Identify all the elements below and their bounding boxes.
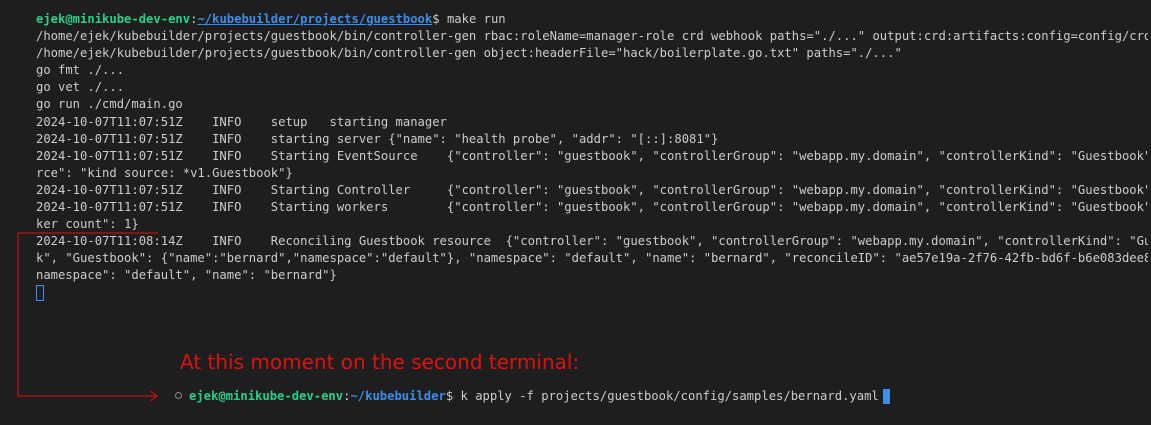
prompt-status-icon: [175, 392, 182, 399]
prompt-path: ~/kubebuilder: [350, 389, 446, 403]
log-line: rce": "kind source: *v1.Guestbook"}: [36, 165, 293, 180]
prompt-path: ~/kubebuilder/projects/guestbook: [197, 12, 433, 26]
log-line: 2024-10-07T11:07:51Z INFO starting serve…: [36, 131, 719, 146]
annotation-text: At this moment on the second terminal:: [180, 350, 580, 374]
log-line: namespace": "default", "name": "bernard"…: [36, 268, 337, 283]
prompt-user: ejek@minikube-dev-env: [189, 389, 344, 403]
output-line: /home/ejek/kubebuilder/projects/guestboo…: [36, 29, 1148, 44]
output-line: /home/ejek/kubebuilder/projects/guestboo…: [36, 46, 902, 61]
prompt-command: make run: [446, 12, 506, 26]
log-line: k", "Guestbook": {"name":"bernard","name…: [36, 251, 1148, 266]
output-line: go run ./cmd/main.go: [36, 97, 183, 112]
prompt-command: k apply -f projects/guestbook/config/sam…: [460, 389, 879, 403]
prompt-user: ejek@minikube-dev-env: [36, 12, 191, 26]
terminal-cursor: [882, 389, 890, 404]
terminal-cursor: [36, 285, 44, 301]
output-line: go vet ./...: [36, 80, 125, 95]
log-line: 2024-10-07T11:07:51Z INFO Starting worke…: [36, 200, 1148, 215]
log-line: ker count": 1}: [36, 217, 139, 232]
second-terminal-prompt[interactable]: ejek@minikube-dev-env:~/kubebuilder$ k a…: [175, 388, 890, 405]
log-line: 2024-10-07T11:07:51Z INFO Starting Event…: [36, 148, 1148, 163]
log-line: 2024-10-07T11:08:14Z INFO Reconciling Gu…: [36, 234, 1148, 249]
log-line: 2024-10-07T11:07:51Z INFO Starting Contr…: [36, 182, 1148, 197]
log-line: 2024-10-07T11:07:51Z INFO setup starting…: [36, 114, 447, 129]
terminal-output[interactable]: ejek@minikube-dev-env:~/kubebuilder/proj…: [36, 11, 1148, 302]
prompt-line: ejek@minikube-dev-env:~/kubebuilder/proj…: [36, 12, 506, 26]
cursor-line: [36, 285, 1148, 302]
output-line: go fmt ./...: [36, 63, 125, 78]
